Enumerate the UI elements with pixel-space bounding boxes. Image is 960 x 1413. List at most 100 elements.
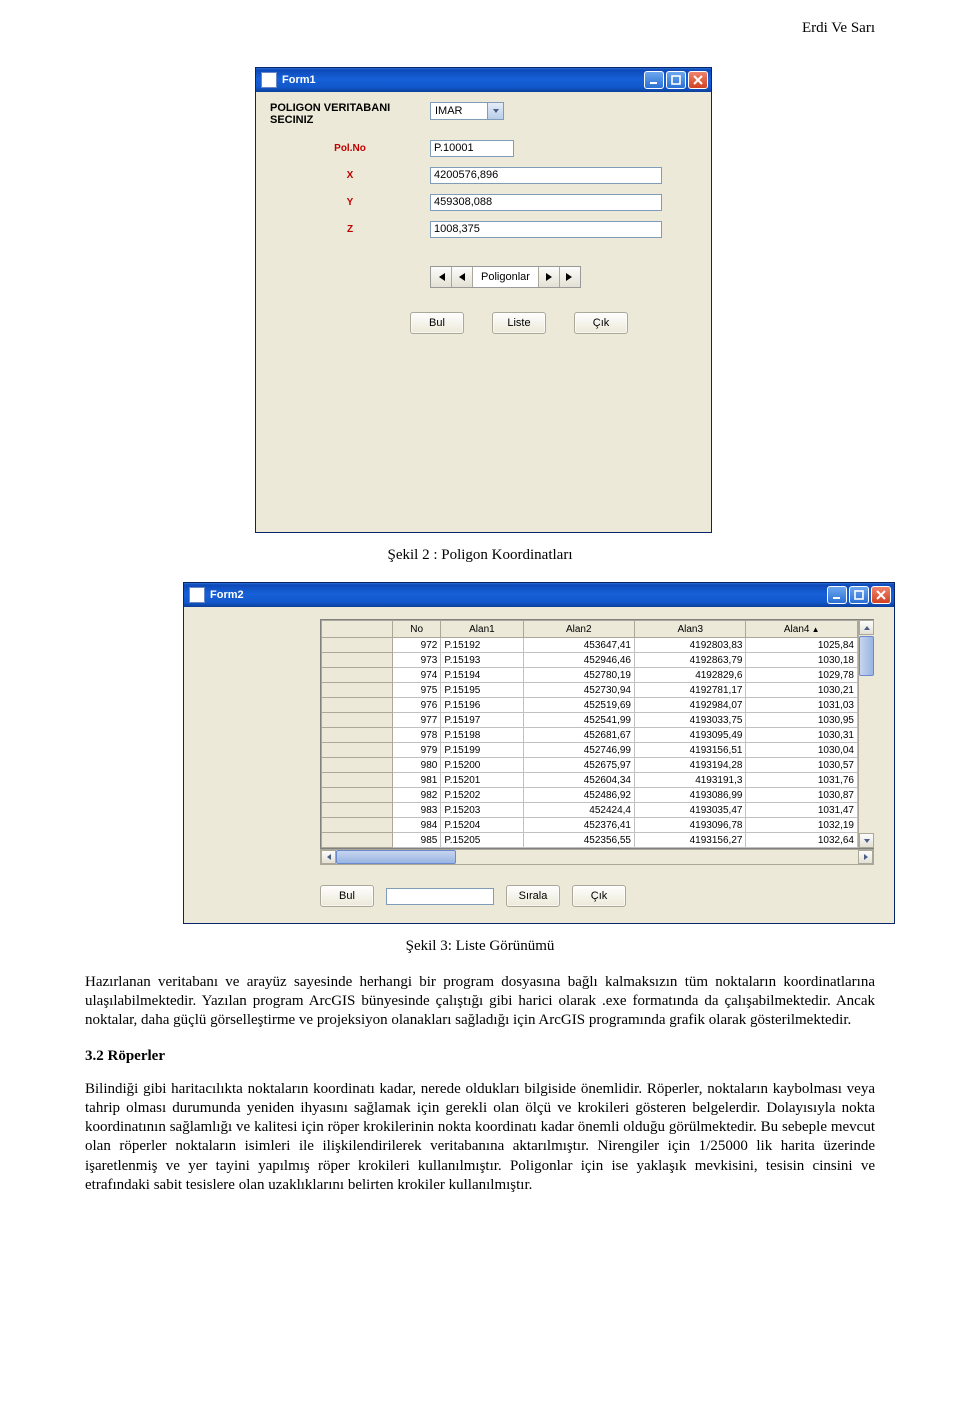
- table-row[interactable]: 985P.15205452356,554193156,271032,64: [322, 833, 858, 848]
- cell: 4193191,3: [635, 773, 746, 788]
- close-button[interactable]: [688, 71, 708, 89]
- maximize-button[interactable]: [849, 586, 869, 604]
- bul-button[interactable]: Bul: [410, 312, 464, 334]
- row-header: [322, 653, 393, 668]
- cell: P.15204: [441, 818, 523, 833]
- nav-last-icon[interactable]: [560, 267, 580, 287]
- table-row[interactable]: 977P.15197452541,994193033,751030,95: [322, 713, 858, 728]
- scrollbar-thumb[interactable]: [859, 636, 874, 676]
- cell: P.15200: [441, 758, 523, 773]
- db-combo[interactable]: IMAR: [430, 102, 504, 120]
- table-row[interactable]: 979P.15199452746,994193156,511030,04: [322, 743, 858, 758]
- cell: 4193096,78: [635, 818, 746, 833]
- chevron-down-icon[interactable]: [487, 103, 503, 119]
- cell: 4193156,51: [635, 743, 746, 758]
- scroll-right-icon[interactable]: [858, 850, 873, 864]
- cell: 981: [392, 773, 440, 788]
- cell: 4193035,47: [635, 803, 746, 818]
- column-header[interactable]: Alan1: [441, 621, 523, 638]
- cell: 976: [392, 698, 440, 713]
- nav-first-icon[interactable]: [431, 267, 452, 287]
- cell: 982: [392, 788, 440, 803]
- cell: 4193156,27: [635, 833, 746, 848]
- table-row[interactable]: 974P.15194452780,194192829,61029,78: [322, 668, 858, 683]
- table-row[interactable]: 976P.15196452519,694192984,071031,03: [322, 698, 858, 713]
- cell: 1030,57: [746, 758, 858, 773]
- cell: 973: [392, 653, 440, 668]
- table-row[interactable]: 984P.15204452376,414193096,781032,19: [322, 818, 858, 833]
- horizontal-scrollbar[interactable]: [320, 849, 874, 865]
- maximize-button[interactable]: [666, 71, 686, 89]
- cik-button[interactable]: Çık: [572, 885, 626, 907]
- scroll-up-icon[interactable]: [859, 620, 874, 635]
- z-label: Z: [270, 224, 430, 235]
- form1-titlebar[interactable]: Form1: [256, 68, 711, 92]
- cell: 972: [392, 638, 440, 653]
- minimize-button[interactable]: [827, 586, 847, 604]
- cik-button[interactable]: Çık: [574, 312, 628, 334]
- cell: 4193095,49: [635, 728, 746, 743]
- column-header[interactable]: Alan3: [635, 621, 746, 638]
- column-header[interactable]: Alan4 ▲: [746, 621, 858, 638]
- cell: 975: [392, 683, 440, 698]
- minimize-button[interactable]: [644, 71, 664, 89]
- bul-button[interactable]: Bul: [320, 885, 374, 907]
- liste-button[interactable]: Liste: [492, 312, 546, 334]
- cell: 4192781,17: [635, 683, 746, 698]
- cell: 980: [392, 758, 440, 773]
- cell: 452604,34: [523, 773, 634, 788]
- cell: 983: [392, 803, 440, 818]
- row-header: [322, 683, 393, 698]
- table-row[interactable]: 980P.15200452675,974193194,281030,57: [322, 758, 858, 773]
- search-input[interactable]: [386, 888, 494, 905]
- row-header: [322, 818, 393, 833]
- cell: 4193194,28: [635, 758, 746, 773]
- y-label: Y: [270, 197, 430, 208]
- polno-field[interactable]: P.10001: [430, 140, 514, 157]
- vertical-scrollbar[interactable]: [858, 620, 874, 848]
- nav-label: Poligonlar: [473, 267, 539, 287]
- cell: 974: [392, 668, 440, 683]
- form2-window: Form2 NoAlan1Alan2Alan3Alan4 ▲972P.15192…: [183, 582, 895, 924]
- x-field[interactable]: 4200576,896: [430, 167, 662, 184]
- row-header: [322, 668, 393, 683]
- table-row[interactable]: 983P.15203452424,44193035,471031,47: [322, 803, 858, 818]
- cell: 1025,84: [746, 638, 858, 653]
- scroll-left-icon[interactable]: [321, 850, 336, 864]
- cell: 452376,41: [523, 818, 634, 833]
- app-icon: [261, 72, 277, 88]
- form2-titlebar[interactable]: Form2: [184, 583, 894, 607]
- z-field[interactable]: 1008,375: [430, 221, 662, 238]
- cell: 1030,31: [746, 728, 858, 743]
- data-grid[interactable]: NoAlan1Alan2Alan3Alan4 ▲972P.15192453647…: [320, 619, 874, 849]
- cell: 1031,03: [746, 698, 858, 713]
- scroll-down-icon[interactable]: [859, 833, 874, 848]
- cell: P.15201: [441, 773, 523, 788]
- cell: 1031,47: [746, 803, 858, 818]
- nav-prev-icon[interactable]: [452, 267, 473, 287]
- cell: 452541,99: [523, 713, 634, 728]
- row-header: [322, 728, 393, 743]
- cell: 4192829,6: [635, 668, 746, 683]
- y-field[interactable]: 459308,088: [430, 194, 662, 211]
- nav-next-icon[interactable]: [539, 267, 560, 287]
- column-header[interactable]: No: [392, 621, 440, 638]
- cell: 452424,4: [523, 803, 634, 818]
- cell: 452780,19: [523, 668, 634, 683]
- record-navigator[interactable]: Poligonlar: [430, 266, 581, 288]
- column-header[interactable]: Alan2: [523, 621, 634, 638]
- table-row[interactable]: 973P.15193452946,464192863,791030,18: [322, 653, 858, 668]
- row-header: [322, 833, 393, 848]
- column-header[interactable]: [322, 621, 393, 638]
- table-row[interactable]: 972P.15192453647,414192803,831025,84: [322, 638, 858, 653]
- close-button[interactable]: [871, 586, 891, 604]
- table-row[interactable]: 978P.15198452681,674193095,491030,31: [322, 728, 858, 743]
- cell: 4193086,99: [635, 788, 746, 803]
- sirala-button[interactable]: Sırala: [506, 885, 560, 907]
- cell: P.15194: [441, 668, 523, 683]
- table-row[interactable]: 981P.15201452604,344193191,31031,76: [322, 773, 858, 788]
- table-row[interactable]: 982P.15202452486,924193086,991030,87: [322, 788, 858, 803]
- table-row[interactable]: 975P.15195452730,944192781,171030,21: [322, 683, 858, 698]
- cell: 1029,78: [746, 668, 858, 683]
- scrollbar-thumb[interactable]: [336, 850, 456, 864]
